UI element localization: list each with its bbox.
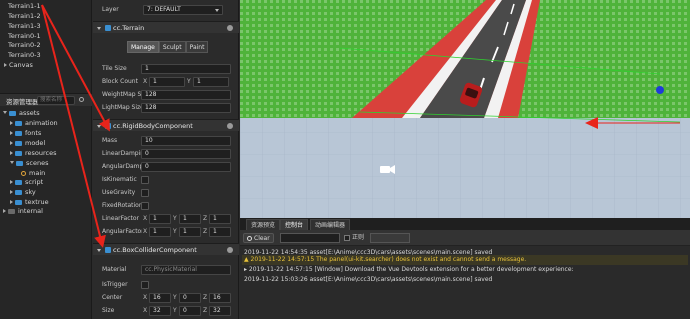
annotation-overlay	[41, 4, 110, 248]
annotation-arrow	[41, 4, 110, 132]
editor-root: Terrain1-1 Terrain1-2 Terrain1-3 Terrain…	[0, 0, 690, 319]
annotation-arrow	[41, 4, 106, 248]
